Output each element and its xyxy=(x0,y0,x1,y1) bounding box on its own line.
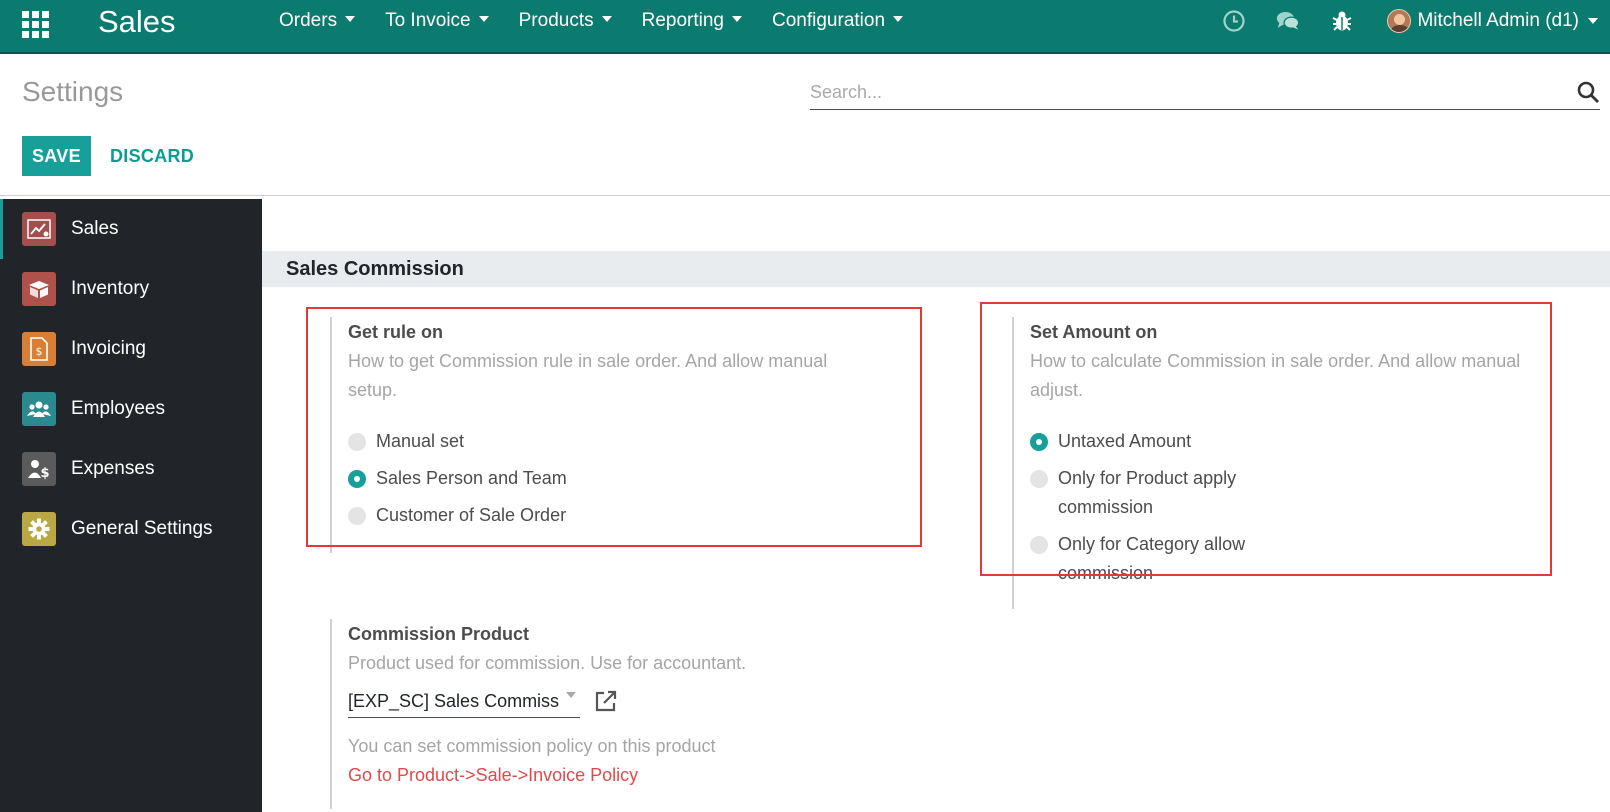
menu-label: To Invoice xyxy=(385,10,471,31)
sales-chart-icon xyxy=(22,212,56,246)
apps-menu-icon[interactable] xyxy=(22,11,49,38)
commission-product-select[interactable]: [EXP_SC] Sales Commission xyxy=(348,684,580,718)
gear-icon xyxy=(22,512,56,546)
caret-down-icon xyxy=(732,16,742,22)
sidebar-item-inventory[interactable]: Inventory xyxy=(0,259,262,319)
app-brand[interactable]: Sales xyxy=(98,3,176,41)
caret-down-icon xyxy=(345,16,356,22)
avatar xyxy=(1387,9,1412,33)
sidebar-item-label: Employees xyxy=(71,398,165,419)
sidebar-item-label: General Settings xyxy=(71,518,213,539)
menu-products[interactable]: Products xyxy=(504,0,627,42)
user-menu[interactable]: Mitchell Admin (d1) xyxy=(1387,9,1598,33)
sidebar-item-employees[interactable]: Employees xyxy=(0,379,262,439)
main-menu: Orders To Invoice Products Reporting Con… xyxy=(264,0,918,42)
svg-text:$: $ xyxy=(40,466,49,480)
settings-sidebar: Sales Inventory $ Invoicing Employees $ … xyxy=(0,199,262,812)
user-name: Mitchell Admin (d1) xyxy=(1417,10,1579,31)
navbar-systray: Mitchell Admin (d1) xyxy=(1207,0,1610,42)
discard-button[interactable]: DISCARD xyxy=(110,136,194,176)
bug-icon[interactable] xyxy=(1330,9,1354,33)
search-icon[interactable] xyxy=(1576,80,1600,104)
sidebar-item-sales[interactable]: Sales xyxy=(0,199,262,259)
people-icon xyxy=(22,392,56,426)
highlight-box xyxy=(980,302,1552,576)
sidebar-item-general-settings[interactable]: General Settings xyxy=(0,499,262,559)
top-navbar: Sales Orders To Invoice Products Reporti… xyxy=(0,0,1610,54)
menu-configuration[interactable]: Configuration xyxy=(757,0,918,42)
menu-orders[interactable]: Orders xyxy=(264,0,370,42)
box-icon xyxy=(22,272,56,306)
invoice-policy-link[interactable]: Go to Product->Sale->Invoice Policy xyxy=(348,761,890,790)
commission-policy-note: You can set commission policy on this pr… xyxy=(348,736,716,756)
page-title: Settings xyxy=(22,76,124,107)
setting-commission-product: Commission Product Product used for comm… xyxy=(330,619,890,809)
menu-to-invoice[interactable]: To Invoice xyxy=(370,0,504,42)
menu-label: Orders xyxy=(279,10,338,31)
chat-icon[interactable] xyxy=(1276,9,1300,33)
caret-down-icon xyxy=(601,16,612,22)
external-link-icon[interactable] xyxy=(594,689,618,713)
control-panel: Settings SAVE DISCARD xyxy=(0,54,1610,196)
expense-user-icon: $ xyxy=(22,452,56,486)
sidebar-item-expenses[interactable]: $ Expenses xyxy=(0,439,262,499)
invoice-icon: $ xyxy=(22,332,56,366)
dropdown-caret-icon xyxy=(566,692,576,698)
search-input[interactable] xyxy=(810,76,1550,108)
caret-down-icon xyxy=(478,16,489,22)
commission-product-field: [EXP_SC] Sales Commission xyxy=(348,684,890,718)
sidebar-item-label: Invoicing xyxy=(71,338,146,359)
highlight-box xyxy=(306,307,922,547)
caret-down-icon xyxy=(893,16,904,22)
section-title: Sales Commission xyxy=(262,251,1610,287)
clock-icon[interactable] xyxy=(1222,9,1246,33)
caret-down-icon xyxy=(1588,18,1598,24)
setting-description: Product used for commission. Use for acc… xyxy=(348,653,747,673)
sidebar-item-invoicing[interactable]: $ Invoicing xyxy=(0,319,262,379)
sidebar-item-label: Expenses xyxy=(71,458,155,479)
menu-label: Products xyxy=(518,10,594,31)
setting-title: Commission Product xyxy=(348,624,530,644)
settings-main: Sales Commission Get rule on How to get … xyxy=(262,199,1610,812)
menu-reporting[interactable]: Reporting xyxy=(627,0,757,42)
svg-text:$: $ xyxy=(36,345,43,358)
menu-label: Reporting xyxy=(641,10,724,31)
menu-label: Configuration xyxy=(772,10,886,31)
sidebar-item-label: Inventory xyxy=(71,278,150,299)
sidebar-item-label: Sales xyxy=(71,218,119,239)
search-box xyxy=(810,76,1600,110)
save-button[interactable]: SAVE xyxy=(22,136,91,176)
select-value: [EXP_SC] Sales Commission xyxy=(348,691,560,711)
